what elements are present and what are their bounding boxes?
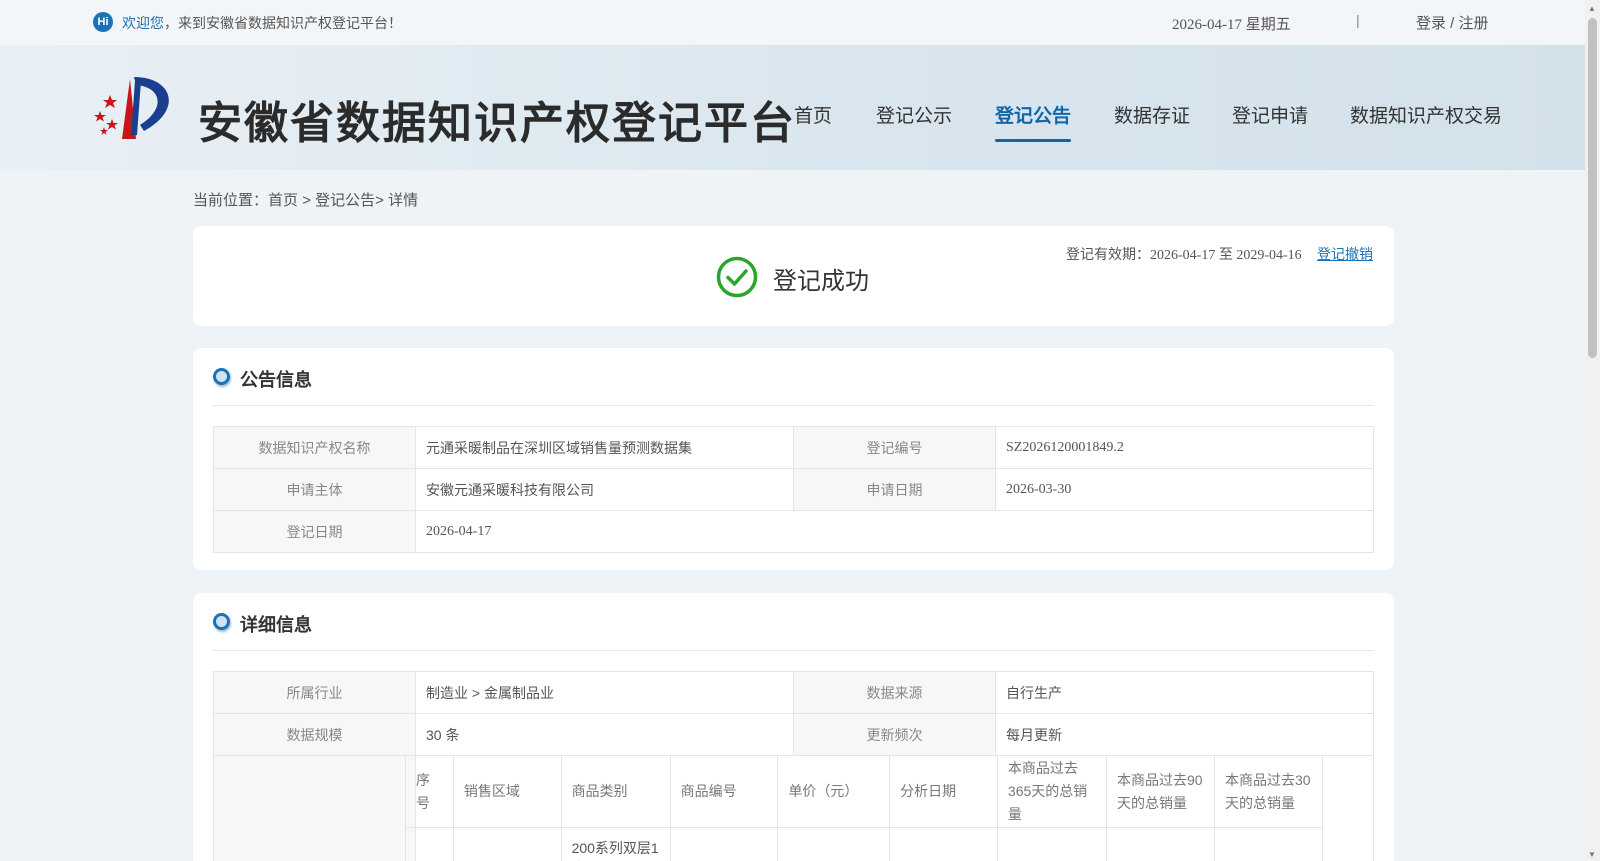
table-cell (669, 827, 779, 861)
nav-registration-apply[interactable]: 登记申请 (1232, 101, 1308, 128)
column-header: 本商品过去90天的总销量 (1106, 755, 1215, 828)
column-header: 商品类别 (560, 755, 671, 828)
site-header: 安徽省数据知识产权登记平台 首页 登记公示 登记公告 数据存证 登记申请 数据知… (0, 45, 1585, 170)
table-header-row: 序号 销售区域 商品类别 商品编号 单价（元） 分析日期 本商品过去365天的总… (405, 755, 1323, 828)
field-value: 30 条 (415, 713, 794, 756)
bullet-icon (213, 368, 230, 385)
breadcrumb-section[interactable]: 登记公告 (315, 192, 375, 209)
table-row: 申请主体 安徽元通采暖科技有限公司 申请日期 2026-03-30 (213, 468, 1374, 511)
field-label: 登记日期 (213, 510, 416, 553)
table-row: 200系列双层1米 (405, 827, 1323, 861)
welcome-text: 欢迎您，来到安徽省数据知识产权登记平台！ (122, 13, 402, 33)
table-cell (889, 827, 998, 861)
welcome-prefix: 欢迎您 (122, 15, 164, 31)
table-row: 数据知识产权名称 元通采暖制品在深圳区域销售量预测数据集 登记编号 SZ2026… (213, 426, 1374, 469)
scroll-up-icon[interactable]: ▲ (1588, 4, 1596, 13)
nav-data-evidence[interactable]: 数据存证 (1114, 101, 1190, 128)
table-cell: 200系列双层1米 (560, 827, 671, 861)
table-cell (405, 827, 454, 861)
breadcrumb-sep: > (375, 192, 389, 209)
details-card: 详细信息 所属行业 制造业 > 金属制品业 数据来源 自行生产 数据规模 30 … (193, 593, 1394, 861)
registration-status-card: 登记成功 登记有效期：2026-04-17 至 2029-04-16 登记撤销 (193, 226, 1394, 326)
field-value: 元通采暖制品在深圳区域销售量预测数据集 (415, 426, 794, 469)
topbar-separator: | (1356, 12, 1360, 28)
field-value: 安徽元通采暖科技有限公司 (415, 468, 794, 511)
column-header: 商品编号 (669, 755, 779, 828)
field-label: 数据知识产权名称 (213, 426, 416, 469)
welcome-suffix: ，来到安徽省数据知识产权登记平台！ (164, 15, 402, 31)
column-header: 销售区域 (452, 755, 562, 828)
field-value: SZ2026120001849.2 (995, 426, 1374, 469)
scroll-down-icon[interactable]: ▼ (1588, 850, 1596, 859)
column-header: 分析日期 (889, 755, 998, 828)
table-cell (452, 827, 562, 861)
breadcrumb: 当前位置：首页 > 登记公告> 详情 (193, 189, 418, 210)
field-label (213, 755, 416, 861)
breadcrumb-prefix: 当前位置： (193, 192, 269, 209)
field-value: 每月更新 (995, 713, 1374, 756)
table-row: 所属行业 制造业 > 金属制品业 数据来源 自行生产 (213, 671, 1374, 714)
breadcrumb-home[interactable]: 首页 (268, 192, 298, 209)
announcement-card: 公告信息 数据知识产权名称 元通采暖制品在深圳区域销售量预测数据集 登记编号 S… (193, 348, 1394, 570)
site-title: 安徽省数据知识产权登记平台 (198, 98, 796, 149)
field-label: 申请日期 (793, 468, 996, 511)
login-register-link[interactable]: 登录 / 注册 (1416, 12, 1489, 33)
announcement-title: 公告信息 (240, 370, 312, 390)
field-label: 数据规模 (213, 713, 416, 756)
breadcrumb-sep: > (298, 192, 316, 209)
table-row: 登记日期 2026-04-17 (213, 510, 1374, 553)
announcement-table: 数据知识产权名称 元通采暖制品在深圳区域销售量预测数据集 登记编号 SZ2026… (213, 426, 1374, 553)
table-cell (777, 827, 891, 861)
column-header: 本商品过去365天的总销量 (996, 755, 1108, 828)
table-cell (1106, 827, 1215, 861)
breadcrumb-current: 详情 (388, 192, 419, 209)
table-row: 数据规模 30 条 更新频次 每月更新 (213, 713, 1374, 756)
page-scrollbar[interactable]: ▲ ▼ (1585, 0, 1600, 861)
field-value: 制造业 > 金属制品业 (415, 671, 794, 714)
field-label: 更新频次 (793, 713, 996, 756)
sample-data-scroll[interactable]: 序号 销售区域 商品类别 商品编号 单价（元） 分析日期 本商品过去365天的总… (405, 755, 1323, 861)
status-text: 登记成功 (773, 268, 869, 295)
hi-icon: Hi (93, 12, 113, 32)
field-label: 申请主体 (213, 468, 416, 511)
top-bar: Hi 欢迎您，来到安徽省数据知识产权登记平台！ 2026-04-17 星期五 |… (0, 0, 1600, 45)
table-cell (1213, 827, 1323, 861)
nav-ip-trading[interactable]: 数据知识产权交易 (1350, 101, 1502, 128)
revoke-registration-link[interactable]: 登记撤销 (1317, 244, 1373, 264)
field-value: 2026-04-17 (415, 510, 1374, 553)
sample-data-table: 序号 销售区域 商品类别 商品编号 单价（元） 分析日期 本商品过去365天的总… (405, 755, 1323, 861)
bullet-icon (213, 613, 230, 630)
field-label: 数据来源 (793, 671, 996, 714)
table-cell (996, 827, 1108, 861)
field-value: 2026-03-30 (995, 468, 1374, 511)
divider (213, 650, 1374, 651)
current-date: 2026-04-17 星期五 (1172, 17, 1291, 33)
nav-registration-publicity[interactable]: 登记公示 (876, 101, 952, 128)
column-header: 单价（元） (777, 755, 891, 828)
details-title: 详细信息 (240, 615, 312, 635)
validity-period: 登记有效期：2026-04-17 至 2029-04-16 (1066, 248, 1302, 263)
field-value: 自行生产 (995, 671, 1374, 714)
field-label: 登记编号 (793, 426, 996, 469)
nav-registration-announcement[interactable]: 登记公告 (995, 101, 1072, 142)
scrollbar-thumb[interactable] (1588, 18, 1597, 358)
column-header: 序号 (405, 755, 454, 828)
column-header: 本商品过去30天的总销量 (1213, 755, 1323, 828)
nav-home[interactable]: 首页 (794, 101, 832, 128)
site-logo-icon (94, 77, 169, 139)
divider (213, 405, 1374, 406)
field-label: 所属行业 (213, 671, 416, 714)
check-circle-icon (716, 256, 758, 298)
